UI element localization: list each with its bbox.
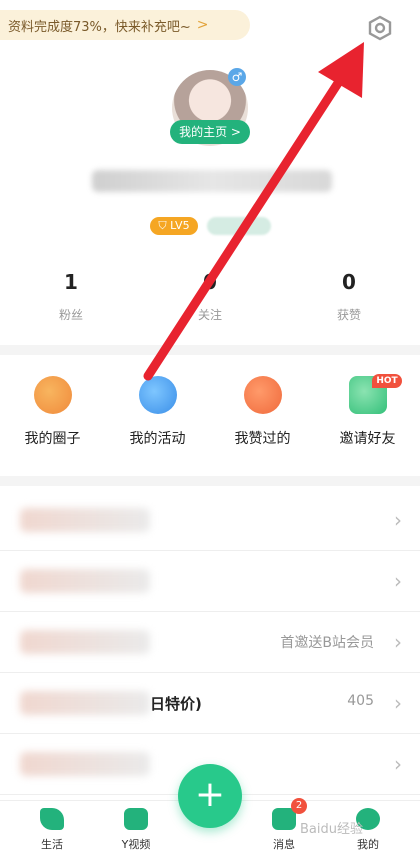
shield-icon: ⛉ <box>158 219 167 232</box>
list-item[interactable]: › <box>0 490 420 551</box>
stat-number: 1 <box>64 270 78 294</box>
leaf-icon <box>40 808 64 830</box>
grid-liked[interactable]: 我赞过的 <box>210 376 315 448</box>
grid-my-circles[interactable]: 我的圈子 <box>0 376 105 448</box>
stat-number: 0 <box>342 270 356 294</box>
heart-icon <box>243 376 282 414</box>
blurred-label <box>20 569 150 593</box>
stat-number: 0 <box>203 270 217 294</box>
grid-label: 我赞过的 <box>234 431 291 447</box>
banner-text: 资料完成度73%，快来补充吧~ <box>8 19 191 35</box>
list-item[interactable]: 日特价) 405 › <box>0 673 420 734</box>
stat-fans[interactable]: 1 粉丝 <box>31 270 111 323</box>
my-homepage-button[interactable]: 我的主页 > <box>170 120 250 144</box>
username-blurred <box>92 170 332 192</box>
grid-label: 我的活动 <box>129 431 186 447</box>
list-item-value: 405 <box>347 693 374 709</box>
list-item[interactable]: 首邀送B站会员 › <box>0 612 420 673</box>
chevron-right-icon: › <box>394 569 402 593</box>
blurred-label <box>20 630 150 654</box>
watermark: Baidu经验 <box>300 822 363 837</box>
tab-life[interactable]: 生活 <box>22 808 82 852</box>
tab-label: 我的 <box>357 838 379 851</box>
tab-label: Y视频 <box>121 838 151 851</box>
section-divider <box>0 476 420 486</box>
activity-icon <box>138 376 177 414</box>
list-item[interactable]: › <box>0 551 420 612</box>
list-item-partial-label: 日特价) <box>150 695 202 713</box>
stat-following[interactable]: 0 关注 <box>170 270 250 323</box>
chevron-right-icon: › <box>394 752 402 776</box>
chevron-right-icon: › <box>394 508 402 532</box>
message-count-badge: 2 <box>291 798 307 814</box>
settings-icon[interactable] <box>366 14 394 42</box>
chevron-right-icon: › <box>394 630 402 654</box>
verified-badge-blurred <box>207 217 271 235</box>
blurred-label <box>20 752 150 776</box>
planet-icon <box>33 376 72 414</box>
grid-label: 邀请好友 <box>339 431 396 447</box>
y-video-icon <box>124 808 148 830</box>
tab-label: 生活 <box>41 838 63 851</box>
stat-label: 关注 <box>197 308 222 322</box>
grid-my-activities[interactable]: 我的活动 <box>105 376 210 448</box>
section-divider <box>0 345 420 355</box>
level-text: LV5 <box>170 219 190 232</box>
stat-label: 获赞 <box>336 308 361 322</box>
stat-label: 粉丝 <box>58 308 83 322</box>
tab-label: 消息 <box>273 838 295 851</box>
blurred-label <box>20 691 150 715</box>
list-item-value: 首邀送B站会员 <box>280 635 374 651</box>
grid-invite-friends[interactable]: 邀请好友 <box>315 376 420 448</box>
add-post-button[interactable]: + <box>178 764 242 828</box>
stat-likes[interactable]: 0 获赞 <box>309 270 389 323</box>
level-badge[interactable]: ⛉ LV5 <box>150 217 198 235</box>
profile-completion-banner[interactable]: 资料完成度73%，快来补充吧~ > <box>0 10 250 40</box>
male-gender-icon: ♂ <box>228 68 246 86</box>
chevron-right-icon: › <box>394 691 402 715</box>
blurred-label <box>20 508 150 532</box>
hot-badge: HOT <box>372 374 402 388</box>
chevron-right-icon: > <box>196 17 209 33</box>
grid-label: 我的圈子 <box>24 431 81 447</box>
tab-y-video[interactable]: Y视频 <box>106 808 166 852</box>
